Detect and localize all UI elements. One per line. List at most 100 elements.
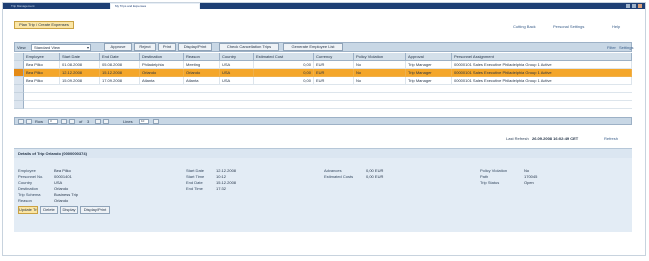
cell-start-date: 15.09.2008 — [60, 77, 100, 85]
approve-button[interactable]: Approve — [104, 43, 132, 51]
refresh-link[interactable]: Refresh — [604, 136, 618, 141]
check-cancellation-button[interactable]: Check Cancellation Trips — [219, 43, 279, 51]
table-row-selected[interactable]: Bea Pilko 12.12.2008 15.12.2008 Orlando … — [14, 69, 632, 77]
table-toolbar: View Standard View ▾ Approve Reject Prin… — [14, 42, 633, 52]
table-row[interactable]: Bea Pilko 15.09.2008 17.09.2008 Atlanta … — [14, 77, 632, 85]
column-header-country[interactable]: Country — [220, 53, 254, 61]
column-header-estimated-cost[interactable]: Estimated Cost — [254, 53, 314, 61]
detail-value: Bea Pilko — [54, 168, 71, 173]
lines-label: Lines — [123, 119, 133, 124]
scroll-up-icon[interactable] — [95, 119, 101, 124]
table-row[interactable]: Bea Pilko 01.08.2008 05.08.2008 Philadel… — [14, 61, 632, 69]
delete-button[interactable]: Delete — [40, 206, 58, 214]
column-header-destination[interactable]: Destination — [140, 53, 184, 61]
cell-end-date: 17.09.2008 — [100, 77, 140, 85]
cell-end-date: 05.08.2008 — [100, 61, 140, 69]
cell-reason: Atlanta — [184, 77, 220, 85]
generate-employee-list-button[interactable]: Generate Employee List — [283, 43, 343, 51]
minimize-icon[interactable] — [626, 4, 630, 8]
chevron-down-icon: ▾ — [86, 45, 89, 50]
row-selector[interactable] — [14, 93, 24, 101]
cell-start-date: 01.08.2008 — [60, 61, 100, 69]
scroll-down-icon[interactable] — [103, 119, 109, 124]
next-icon[interactable] — [61, 119, 67, 124]
row-selector[interactable] — [14, 85, 24, 93]
update-trip-button[interactable]: Update Trip — [18, 206, 38, 214]
detail-value: 12.12.2008 — [216, 168, 237, 173]
detail-label: Start Time — [186, 174, 205, 179]
cell-employee: Bea Pilko — [24, 61, 60, 69]
plan-trip-button[interactable]: Plan Trip / Create Expenses — [14, 21, 74, 29]
close-icon[interactable] — [638, 4, 642, 8]
detail-value: 17:32 — [216, 186, 227, 191]
display-print-button[interactable]: Display/Print — [178, 43, 212, 51]
display-button[interactable]: Display — [60, 206, 78, 214]
reject-button[interactable]: Reject — [134, 43, 156, 51]
of-label: of — [79, 119, 83, 124]
row-selector[interactable] — [14, 69, 24, 77]
detail-value: 00001401 — [54, 174, 72, 179]
detail-label: Estimated Costs — [324, 174, 354, 179]
detail-value: 0,00 EUR — [366, 174, 384, 179]
column-header-approval[interactable]: Approval — [406, 53, 452, 61]
row-selector[interactable] — [14, 77, 24, 85]
cell-destination: Orlando — [140, 69, 184, 77]
cell-country: USA — [220, 61, 254, 69]
header-link-cutting-back[interactable]: Cutting Back — [513, 24, 536, 29]
select-all-cell[interactable] — [14, 53, 24, 61]
cell-approval: Trip Manager — [406, 69, 452, 77]
cell-employee: Bea Pilko — [24, 77, 60, 85]
view-select[interactable]: Standard View ▾ — [31, 44, 91, 51]
cell-policy-violation: No — [354, 61, 406, 69]
tab-trip-management[interactable]: Trip Management — [11, 3, 101, 9]
row-selector[interactable] — [14, 101, 24, 109]
column-header-reason[interactable]: Reason — [184, 53, 220, 61]
column-header-policy-violation[interactable]: Policy Violation — [354, 53, 406, 61]
settings-link[interactable]: Settings — [619, 44, 633, 51]
column-header-end-date[interactable]: End Date — [100, 53, 140, 61]
column-header-currency[interactable]: Currency — [314, 53, 354, 61]
display-print-details-button[interactable]: Display/Print — [80, 206, 110, 214]
cell-reason: Meeting — [184, 61, 220, 69]
cell-policy-violation: No — [354, 77, 406, 85]
detail-value: 170045 — [524, 174, 538, 179]
cell-employee: Bea Pilko — [24, 69, 60, 77]
detail-value: 15.12.2008 — [216, 180, 237, 185]
detail-label: Start Date — [186, 168, 205, 173]
row-label: Row — [35, 119, 44, 124]
cell-personnel-assignment: 00000101 Sales Executive Philadelphia Gr… — [452, 61, 632, 69]
previous-page-icon[interactable] — [26, 119, 32, 124]
cell-currency: EUR — [314, 77, 354, 85]
of-value: 3 — [87, 119, 90, 124]
print-button[interactable]: Print — [158, 43, 176, 51]
empty-row — [14, 93, 632, 101]
cell-country: USA — [220, 69, 254, 77]
column-header-employee[interactable]: Employee — [24, 53, 60, 61]
detail-label: Personnel No. — [18, 174, 44, 179]
detail-value: Business Trip — [54, 192, 79, 197]
first-page-icon[interactable] — [18, 119, 24, 124]
cell-personnel-assignment: 00000101 Sales Executive Philadelphia Gr… — [452, 69, 632, 77]
cell-reason: Orlando — [184, 69, 220, 77]
row-input[interactable]: 3 — [48, 119, 58, 124]
details-header: Details of Trip Orlando (0000000374) — [14, 148, 632, 158]
detail-label: Advances — [324, 168, 342, 173]
apply-lines-icon[interactable] — [153, 119, 159, 124]
detail-value: 0,00 EUR — [366, 168, 384, 173]
filter-link[interactable]: Filter — [607, 44, 616, 51]
detail-label: Trip Schema — [18, 192, 41, 197]
header-link-personal-settings[interactable]: Personal Settings — [553, 24, 584, 29]
last-icon[interactable] — [69, 119, 75, 124]
tab-my-trips[interactable]: My Trips and Expenses — [110, 3, 200, 9]
column-header-personnel-assignment[interactable]: Personnel Assignment — [452, 53, 632, 61]
view-label: View — [17, 45, 26, 50]
row-selector[interactable] — [14, 61, 24, 69]
maximize-icon[interactable] — [632, 4, 636, 8]
column-header-start-date[interactable]: Start Date — [60, 53, 100, 61]
lines-input[interactable]: 10 — [139, 119, 149, 124]
cell-currency: EUR — [314, 61, 354, 69]
trips-table: Employee Start Date End Date Destination… — [14, 53, 632, 113]
header-link-help[interactable]: Help — [612, 24, 620, 29]
window-controls — [626, 3, 642, 9]
detail-label: Country — [18, 180, 33, 185]
